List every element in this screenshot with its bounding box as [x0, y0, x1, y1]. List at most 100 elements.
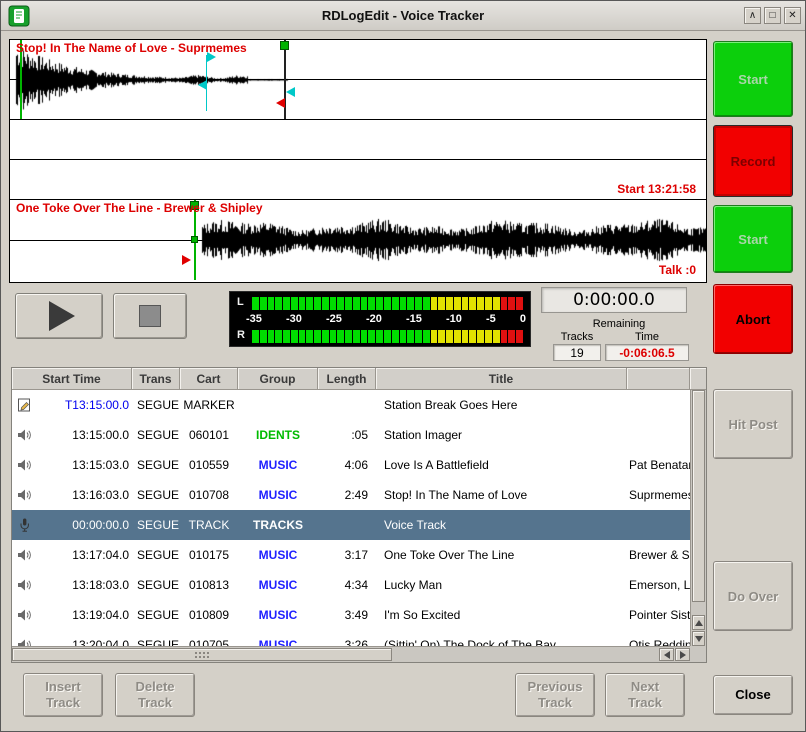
meter-segment — [306, 297, 313, 310]
cell-length: 3:17 — [318, 540, 376, 570]
column-header[interactable]: Start Time — [12, 368, 132, 390]
meter-scale-tick: -25 — [326, 313, 342, 326]
column-header[interactable]: Trans — [132, 368, 180, 390]
end-marker[interactable] — [276, 98, 285, 108]
do-over-button[interactable]: Do Over — [713, 561, 793, 631]
cell-cart: 060101 — [180, 420, 238, 450]
audio-level-meter: L -35-30-25-20-15-10-50 R — [229, 291, 531, 347]
cell-artist: Emerson, Lake & Palmer — [627, 570, 690, 600]
meter-segment — [376, 297, 383, 310]
table-row[interactable]: 13:20:04.0 SEGUE 010705 MUSIC 3:26 (Sitt… — [12, 630, 690, 646]
start-track1-button[interactable]: Start — [713, 41, 793, 117]
log-table-body: T13:15:00.0 SEGUE MARKER Station Break G… — [12, 390, 690, 646]
meter-segment — [477, 330, 484, 343]
table-row[interactable]: 13:19:04.0 SEGUE 010809 MUSIC 3:49 I'm S… — [12, 600, 690, 630]
horizontal-scrollbar[interactable] — [12, 646, 690, 662]
meter-segment — [252, 297, 259, 310]
vertical-scrollbar[interactable] — [690, 390, 706, 646]
horizontal-scrollbar-thumb[interactable] — [12, 648, 392, 661]
maximize-window-button[interactable]: □ — [764, 7, 781, 24]
cell-artist: Pointer Sisters — [627, 600, 690, 630]
elapsed-time-display: 0:00:00.0 — [541, 287, 687, 313]
meter-segment — [454, 330, 461, 343]
meter-segment — [407, 297, 414, 310]
scrollbar-corner — [690, 646, 706, 662]
meter-right-label: R — [237, 329, 245, 341]
microphone-icon — [17, 518, 32, 532]
meter-segment — [361, 297, 368, 310]
scroll-up-button[interactable] — [692, 615, 705, 630]
speaker-icon — [17, 608, 32, 622]
column-header[interactable]: Group — [238, 368, 318, 390]
column-header[interactable] — [627, 368, 690, 390]
table-row[interactable]: 13:15:00.0 SEGUE 060101 IDENTS :05 Stati… — [12, 420, 690, 450]
cell-start-time: 13:15:00.0 — [12, 420, 132, 450]
meter-segment — [392, 297, 399, 310]
table-row[interactable]: 13:15:03.0 SEGUE 010559 MUSIC 4:06 Love … — [12, 450, 690, 480]
delete-track-button[interactable]: Delete Track — [115, 673, 195, 717]
segue-start-marker[interactable] — [280, 41, 289, 50]
meter-segment — [330, 297, 337, 310]
cell-length: 3:49 — [318, 600, 376, 630]
window-title: RDLogEdit - Voice Tracker — [1, 8, 805, 23]
waveform-display[interactable]: Stop! In The Name of Love - Suprmemes St… — [9, 39, 707, 283]
titlebar[interactable]: RDLogEdit - Voice Tracker ∧ □ ✕ — [1, 1, 805, 31]
cell-trans: SEGUE — [132, 540, 180, 570]
meter-scale-tick: -10 — [446, 313, 462, 326]
next-track-cue-marker[interactable] — [182, 255, 191, 265]
column-header[interactable]: Title — [376, 368, 627, 390]
speaker-icon — [17, 548, 32, 562]
abort-button[interactable]: Abort — [713, 284, 793, 354]
voice-track-start-status: Start 13:21:58 — [617, 182, 696, 196]
remaining-tracks-value: 19 — [553, 344, 601, 361]
row-type-icon — [17, 518, 37, 532]
meter-segment — [322, 330, 329, 343]
close-button[interactable]: Close — [713, 675, 793, 715]
record-button[interactable]: Record — [713, 125, 793, 197]
fade-marker[interactable] — [286, 87, 295, 97]
start-track2-button[interactable]: Start — [713, 205, 793, 273]
cell-length — [318, 510, 376, 540]
vertical-scrollbar-thumb[interactable] — [692, 390, 705, 602]
table-row[interactable]: 13:18:03.0 SEGUE 010813 MUSIC 4:34 Lucky… — [12, 570, 690, 600]
meter-segment — [508, 297, 515, 310]
table-row[interactable]: 13:17:04.0 SEGUE 010175 MUSIC 3:17 One T… — [12, 540, 690, 570]
column-header[interactable]: Length — [318, 368, 376, 390]
cell-title: Love Is A Battlefield — [376, 450, 627, 480]
cell-start-time: 13:17:04.0 — [12, 540, 132, 570]
stop-button[interactable] — [113, 293, 187, 339]
shade-window-button[interactable]: ∧ — [744, 7, 761, 24]
meter-segment — [508, 330, 515, 343]
stop-icon — [139, 305, 161, 327]
insert-track-button[interactable]: Insert Track — [23, 673, 103, 717]
meter-segment — [353, 330, 360, 343]
wave-region-voice-track[interactable]: Start 13:21:58 — [10, 120, 706, 200]
cell-title: (Sittin' On) The Dock of The Bay — [376, 630, 627, 646]
table-row[interactable]: 13:16:03.0 SEGUE 010708 MUSIC 2:49 Stop!… — [12, 480, 690, 510]
meter-segment — [407, 330, 414, 343]
play-icon — [49, 301, 75, 331]
meter-scale-tick: -20 — [366, 313, 382, 326]
scroll-down-button[interactable] — [692, 631, 705, 646]
scroll-right-button[interactable] — [675, 648, 690, 661]
wave-region-next-track[interactable]: One Toke Over The Line - Brewer & Shiple… — [10, 200, 706, 280]
cell-length — [318, 390, 376, 420]
next-track-button[interactable]: Next Track — [605, 673, 685, 717]
next-track-mid-marker[interactable] — [191, 236, 198, 243]
cell-start-time: 13:19:04.0 — [12, 600, 132, 630]
wave-region-previous-track[interactable]: Stop! In The Name of Love - Suprmemes — [10, 40, 706, 120]
play-button[interactable] — [15, 293, 103, 339]
table-row[interactable]: 00:00:00.0 SEGUE TRACK TRACKS Voice Trac… — [12, 510, 690, 540]
hit-post-button[interactable]: Hit Post — [713, 389, 793, 459]
meter-segment — [337, 297, 344, 310]
column-header[interactable]: Cart — [180, 368, 238, 390]
cell-start-time: 13:16:03.0 — [12, 480, 132, 510]
speaker-icon — [17, 488, 32, 502]
meter-segment — [516, 330, 523, 343]
talk-end-marker[interactable] — [198, 80, 207, 90]
previous-track-button[interactable]: Previous Track — [515, 673, 595, 717]
cell-length: 4:34 — [318, 570, 376, 600]
close-window-button[interactable]: ✕ — [784, 7, 801, 24]
scroll-left-button[interactable] — [659, 648, 674, 661]
table-row[interactable]: T13:15:00.0 SEGUE MARKER Station Break G… — [12, 390, 690, 420]
